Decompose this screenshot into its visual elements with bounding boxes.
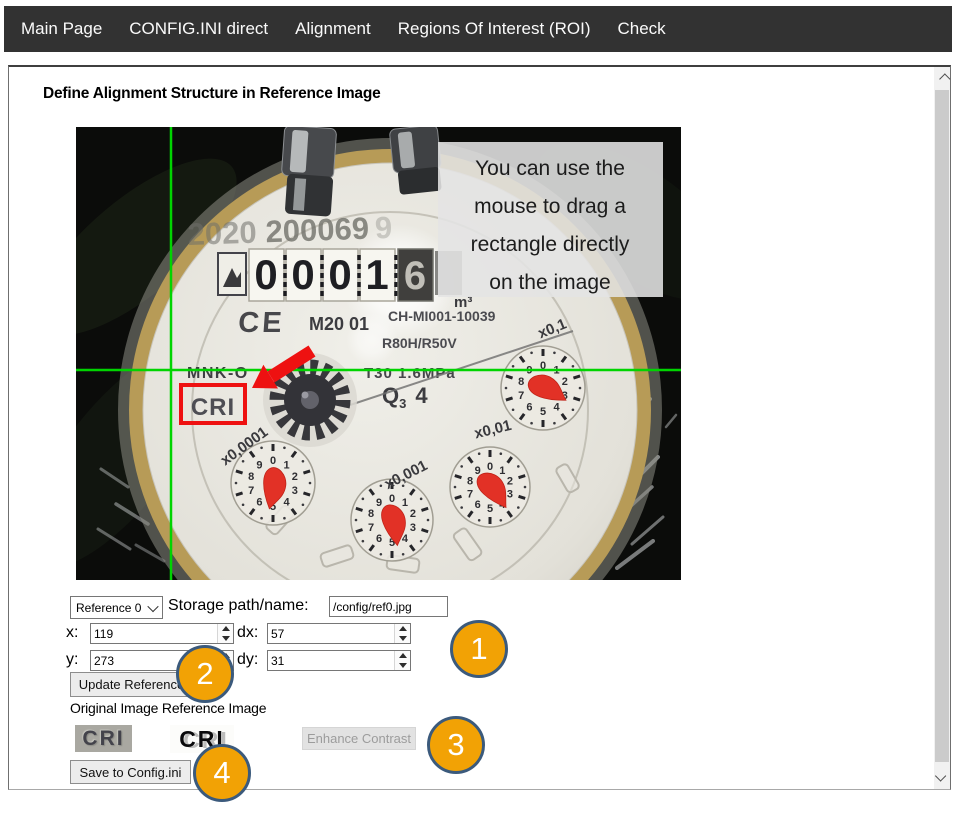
x-input-wrap bbox=[90, 623, 234, 644]
model-code: CH-MI001-10039 bbox=[388, 308, 496, 324]
scroll-up-button[interactable] bbox=[934, 67, 950, 90]
svg-text:2: 2 bbox=[292, 471, 298, 483]
svg-text:2: 2 bbox=[410, 508, 416, 520]
ce-mark: CE bbox=[237, 307, 286, 339]
svg-text:8: 8 bbox=[518, 376, 524, 388]
dx-spinner[interactable] bbox=[394, 624, 410, 643]
svg-text:0: 0 bbox=[291, 251, 314, 298]
dy-input[interactable] bbox=[267, 650, 411, 671]
svg-text:5: 5 bbox=[540, 406, 546, 418]
enhance-contrast-button[interactable]: Enhance Contrast bbox=[302, 727, 416, 750]
type-approval: M20 01 bbox=[309, 314, 369, 334]
images-caption: Original Image Reference Image bbox=[70, 700, 266, 716]
update-reference-button[interactable]: Update Reference bbox=[70, 672, 193, 697]
svg-text:3: 3 bbox=[292, 485, 298, 497]
svg-text:2: 2 bbox=[562, 376, 568, 388]
svg-text:2: 2 bbox=[507, 476, 513, 488]
nav-item-config-ini-direct[interactable]: CONFIG.INI direct bbox=[129, 19, 268, 39]
x-label: x: bbox=[66, 624, 78, 642]
svg-text:7: 7 bbox=[518, 390, 524, 402]
svg-text:9: 9 bbox=[376, 497, 382, 509]
svg-text:on the image: on the image bbox=[489, 271, 610, 294]
chevron-up-icon bbox=[939, 73, 950, 84]
reference-image[interactable]: 20202000699 0 0 0 1 6 m³ bbox=[76, 127, 681, 580]
svg-text:0: 0 bbox=[389, 493, 395, 505]
svg-text:0: 0 bbox=[254, 251, 277, 298]
svg-text:6: 6 bbox=[376, 533, 382, 545]
svg-text:1: 1 bbox=[499, 465, 505, 477]
nav-item-alignment[interactable]: Alignment bbox=[295, 19, 371, 39]
svg-text:8: 8 bbox=[467, 476, 473, 488]
svg-text:6: 6 bbox=[526, 402, 532, 414]
svg-text:rectangle directly: rectangle directly bbox=[471, 233, 630, 256]
dx-input[interactable] bbox=[267, 623, 411, 644]
svg-text:7: 7 bbox=[467, 488, 473, 500]
chevron-down-icon bbox=[147, 600, 158, 611]
dx-input-wrap bbox=[267, 623, 411, 644]
scroll-down-button[interactable] bbox=[934, 762, 950, 789]
top-navigation: Main Page CONFIG.INI direct Alignment Re… bbox=[4, 6, 952, 52]
dy-label: dy: bbox=[237, 651, 258, 669]
svg-text:0: 0 bbox=[270, 455, 276, 467]
svg-text:0: 0 bbox=[487, 461, 493, 473]
chevron-down-icon bbox=[935, 770, 946, 781]
dy-input-wrap bbox=[267, 650, 411, 671]
svg-text:6: 6 bbox=[404, 254, 426, 298]
alignment-mark-text: CRI bbox=[191, 394, 235, 421]
dy-spinner[interactable] bbox=[394, 651, 410, 670]
reference-select-value: Reference 0 bbox=[76, 601, 141, 615]
step-badge-3: 3 bbox=[427, 716, 485, 774]
svg-text:7: 7 bbox=[368, 522, 374, 534]
scrollbar[interactable] bbox=[934, 67, 950, 789]
step-badge-1: 1 bbox=[450, 620, 508, 678]
svg-text:1: 1 bbox=[365, 251, 388, 298]
step-badge-4: 4 bbox=[193, 744, 251, 802]
original-crop-image: CRI bbox=[75, 725, 132, 752]
svg-text:1: 1 bbox=[402, 497, 408, 509]
step-badge-2: 2 bbox=[176, 645, 234, 703]
svg-text:4: 4 bbox=[283, 497, 290, 509]
x-spinner[interactable] bbox=[217, 624, 233, 643]
y-label: y: bbox=[66, 651, 78, 669]
svg-text:6: 6 bbox=[256, 497, 262, 509]
dx-label: dx: bbox=[237, 624, 258, 642]
svg-text:4: 4 bbox=[553, 402, 560, 414]
content-frame: Define Alignment Structure in Reference … bbox=[8, 65, 951, 790]
brand-code: MNK-O bbox=[187, 365, 249, 382]
hint-overlay: You can use the mouse to drag a rectangl… bbox=[438, 142, 663, 297]
svg-text:9: 9 bbox=[256, 459, 262, 471]
svg-text:1: 1 bbox=[283, 459, 289, 471]
svg-text:You can use the: You can use the bbox=[475, 157, 625, 180]
svg-text:8: 8 bbox=[248, 471, 254, 483]
svg-text:7: 7 bbox=[248, 485, 254, 497]
storage-path-input[interactable] bbox=[329, 596, 448, 617]
svg-text:5: 5 bbox=[487, 503, 493, 515]
svg-text:8: 8 bbox=[368, 508, 374, 520]
svg-text:mouse to drag a: mouse to drag a bbox=[474, 195, 626, 218]
page-title: Define Alignment Structure in Reference … bbox=[43, 85, 381, 103]
svg-text:6: 6 bbox=[475, 499, 481, 511]
page: Main Page CONFIG.INI direct Alignment Re… bbox=[0, 0, 960, 816]
nav-item-regions-of-interest[interactable]: Regions Of Interest (ROI) bbox=[398, 19, 591, 39]
svg-text:0: 0 bbox=[328, 251, 351, 298]
ratio-code: R80H/R50V bbox=[382, 335, 457, 351]
reference-select[interactable]: Reference 0 bbox=[70, 596, 163, 619]
serial-number-text: 20202000699 bbox=[187, 210, 393, 252]
meter-clip-left bbox=[279, 127, 337, 217]
save-to-config-button[interactable]: Save to Config.ini bbox=[70, 760, 191, 784]
svg-text:3: 3 bbox=[507, 488, 513, 500]
x-input[interactable] bbox=[90, 623, 234, 644]
scrollbar-thumb[interactable] bbox=[935, 90, 949, 762]
svg-text:4: 4 bbox=[402, 533, 409, 545]
nav-item-check[interactable]: Check bbox=[617, 19, 665, 39]
svg-text:3: 3 bbox=[410, 522, 416, 534]
nav-item-main-page[interactable]: Main Page bbox=[21, 19, 102, 39]
storage-path-label: Storage path/name: bbox=[168, 597, 309, 615]
